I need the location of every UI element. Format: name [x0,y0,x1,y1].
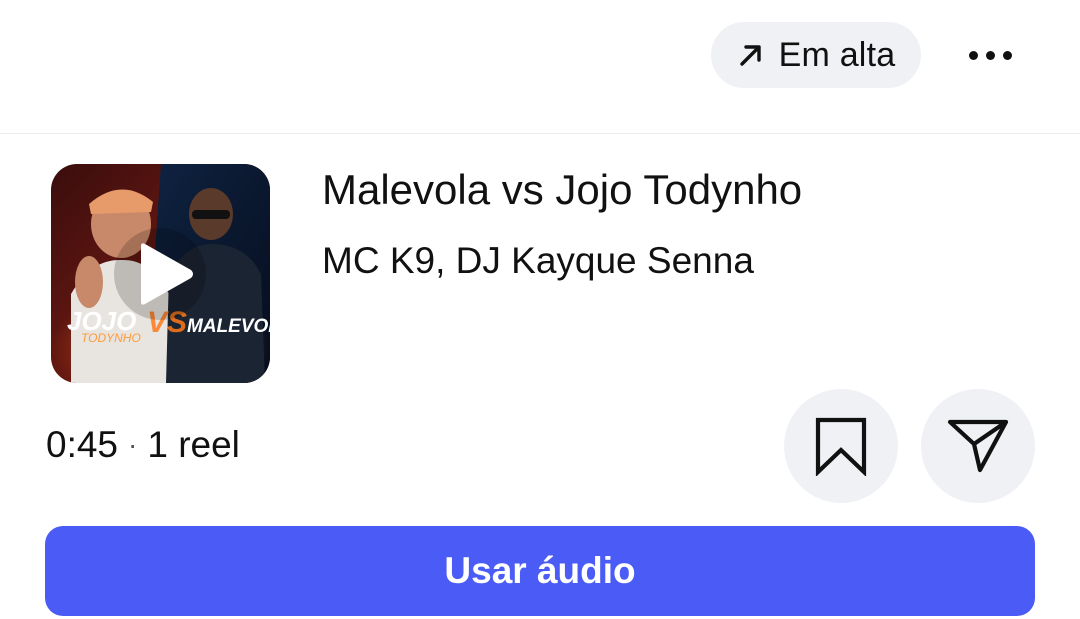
album-cover[interactable]: JOJO TODYNHO VS MALEVOLA [51,164,270,383]
trending-label: Em alta [778,35,896,74]
save-button[interactable] [784,389,898,503]
header: Em alta [0,0,1080,134]
svg-text:MALEVOLA: MALEVOLA [187,316,270,337]
play-icon [141,243,193,305]
audio-page: Em alta JOJO TODYNHO VS MALEVO Malevola … [0,0,1080,619]
arrow-up-right-icon [739,45,761,66]
svg-text:TODYNHO: TODYNHO [81,331,141,345]
track-meta: 0:45 · 1 reel [46,424,240,466]
track-title: Malevola vs Jojo Todynho [322,166,803,213]
divider [0,133,1080,134]
track-duration: 0:45 [46,424,119,465]
share-button[interactable] [921,389,1035,503]
trending-chip[interactable]: Em alta [711,22,921,88]
more-options-button[interactable] [950,24,1030,86]
meta-separator: · [128,429,138,460]
reel-count[interactable]: 1 reel [147,424,240,466]
track-artists[interactable]: MC K9, DJ Kayque Senna [322,240,754,282]
more-horizontal-icon [968,50,978,60]
send-icon [947,419,1009,473]
bookmark-icon [815,417,867,476]
use-audio-button[interactable]: Usar áudio [45,526,1035,616]
